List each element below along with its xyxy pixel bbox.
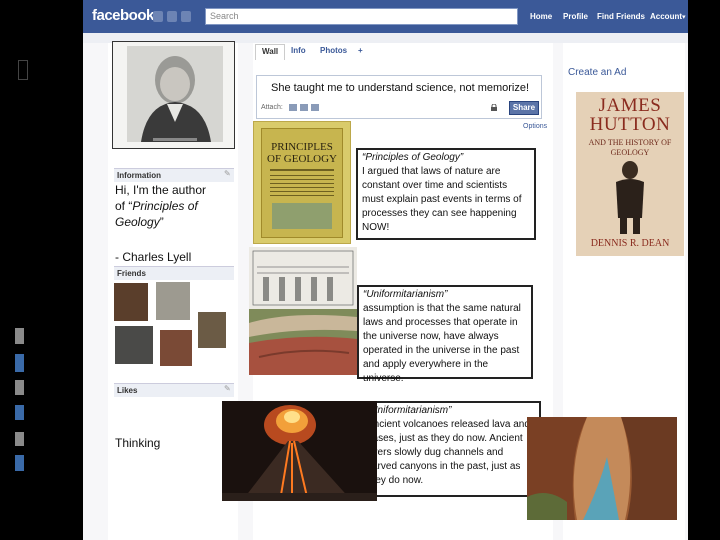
facebook-logo[interactable]: facebook (92, 7, 154, 24)
likes-heading: Likes (114, 383, 234, 397)
canyon-illustration (527, 417, 677, 520)
slide-marker (18, 60, 28, 80)
slide-stripe-blue (15, 354, 24, 372)
post-principles-of-geology: “Principles of Geology” I argued that la… (356, 148, 536, 240)
slide-stripe-gray (15, 432, 24, 446)
post-body: assumption is that the same natural laws… (363, 303, 521, 384)
post-uniformitarianism-examples: “Uniformitarianism” Ancient volcanoes re… (361, 401, 541, 497)
slide-stripe-blue (15, 455, 24, 471)
post-title: “Uniformitarianism” (367, 405, 452, 416)
nav-home[interactable]: Home (530, 12, 552, 21)
book-author-name: JAMES HUTTON (589, 95, 671, 135)
share-button[interactable]: Share (509, 101, 539, 115)
engraving-illustration (249, 247, 357, 375)
tab-info[interactable]: Info (285, 44, 312, 60)
slide-stripe-gray (15, 380, 24, 395)
intro-of: of “ (115, 199, 133, 213)
profile-picture[interactable] (112, 41, 235, 149)
thinking-label: Thinking (115, 436, 161, 450)
friend-photo[interactable] (198, 312, 226, 348)
intro-text: Hi, I'm the author of “Principles of Geo… (115, 182, 235, 230)
book-subtitle: AND THE HISTORY OF GEOLOGY (588, 138, 672, 157)
hutton-silhouette (616, 161, 644, 234)
slide-right-margin (688, 0, 720, 540)
tab-wall[interactable]: Wall (255, 44, 286, 60)
nav-account[interactable]: Account (650, 12, 682, 21)
james-hutton-book-cover: JAMES HUTTON AND THE HISTORY OF GEOLOGY … (576, 92, 684, 256)
friends-heading: Friends (114, 266, 234, 280)
book-writer: DENNIS R. DEAN (590, 238, 670, 249)
intro-line: of “Principles of Geology” (115, 198, 235, 230)
lock-icon[interactable] (490, 104, 498, 111)
volcano-photo (222, 401, 377, 501)
friend-photo[interactable] (156, 282, 190, 320)
friend-photo[interactable] (160, 330, 192, 366)
options-link[interactable]: Options (523, 123, 547, 130)
messages-icon[interactable] (167, 11, 177, 22)
tab-photos[interactable]: Photos (314, 44, 353, 60)
post-title: “Uniformitarianism” (363, 289, 448, 300)
book-title: PRINCIPLES OF GEOLOGY (267, 141, 337, 165)
post-uniformitarianism-definition: “Uniformitarianism” assumption is that t… (357, 285, 533, 384)
principles-of-geology-book: PRINCIPLES OF GEOLOGY (253, 121, 351, 244)
post-body: Ancient volcanoes released lava and gase… (367, 419, 530, 486)
info-heading: Information (114, 168, 234, 182)
portrait-engraving (113, 42, 234, 148)
tab-add[interactable]: + (352, 44, 369, 60)
status-text[interactable]: She taught me to understand science, not… (271, 82, 529, 94)
slide-left-band (28, 0, 83, 540)
slide-stripe-blue (15, 405, 24, 420)
create-ad-link[interactable]: Create an Ad (568, 67, 626, 78)
attach-icons[interactable] (289, 103, 329, 112)
intro-line: Hi, I'm the author (115, 183, 206, 197)
signature: - Charles Lyell (115, 250, 192, 264)
search-input[interactable]: Search (205, 8, 518, 25)
canyon-photo (527, 417, 677, 520)
pencil-icon[interactable]: ✎ (224, 169, 231, 178)
post-title: “Principles of Geology” (362, 152, 464, 163)
pencil-icon[interactable]: ✎ (224, 384, 231, 393)
volcano-illustration (222, 401, 377, 501)
intro-close-quote: ” (159, 215, 164, 229)
nav-profile[interactable]: Profile (563, 12, 588, 21)
attach-label: Attach: (261, 104, 283, 111)
post-body: I argued that laws of nature are constan… (362, 166, 522, 233)
geology-engraving (249, 247, 357, 375)
friend-photo[interactable] (114, 283, 148, 321)
slide-stripe-gray (15, 328, 24, 344)
nav-find-friends[interactable]: Find Friends (597, 12, 645, 21)
chevron-down-icon[interactable]: ▾ (682, 13, 686, 21)
friend-photo[interactable] (115, 326, 153, 364)
friend-requests-icon[interactable] (153, 11, 163, 22)
notifications-icon[interactable] (181, 11, 191, 22)
